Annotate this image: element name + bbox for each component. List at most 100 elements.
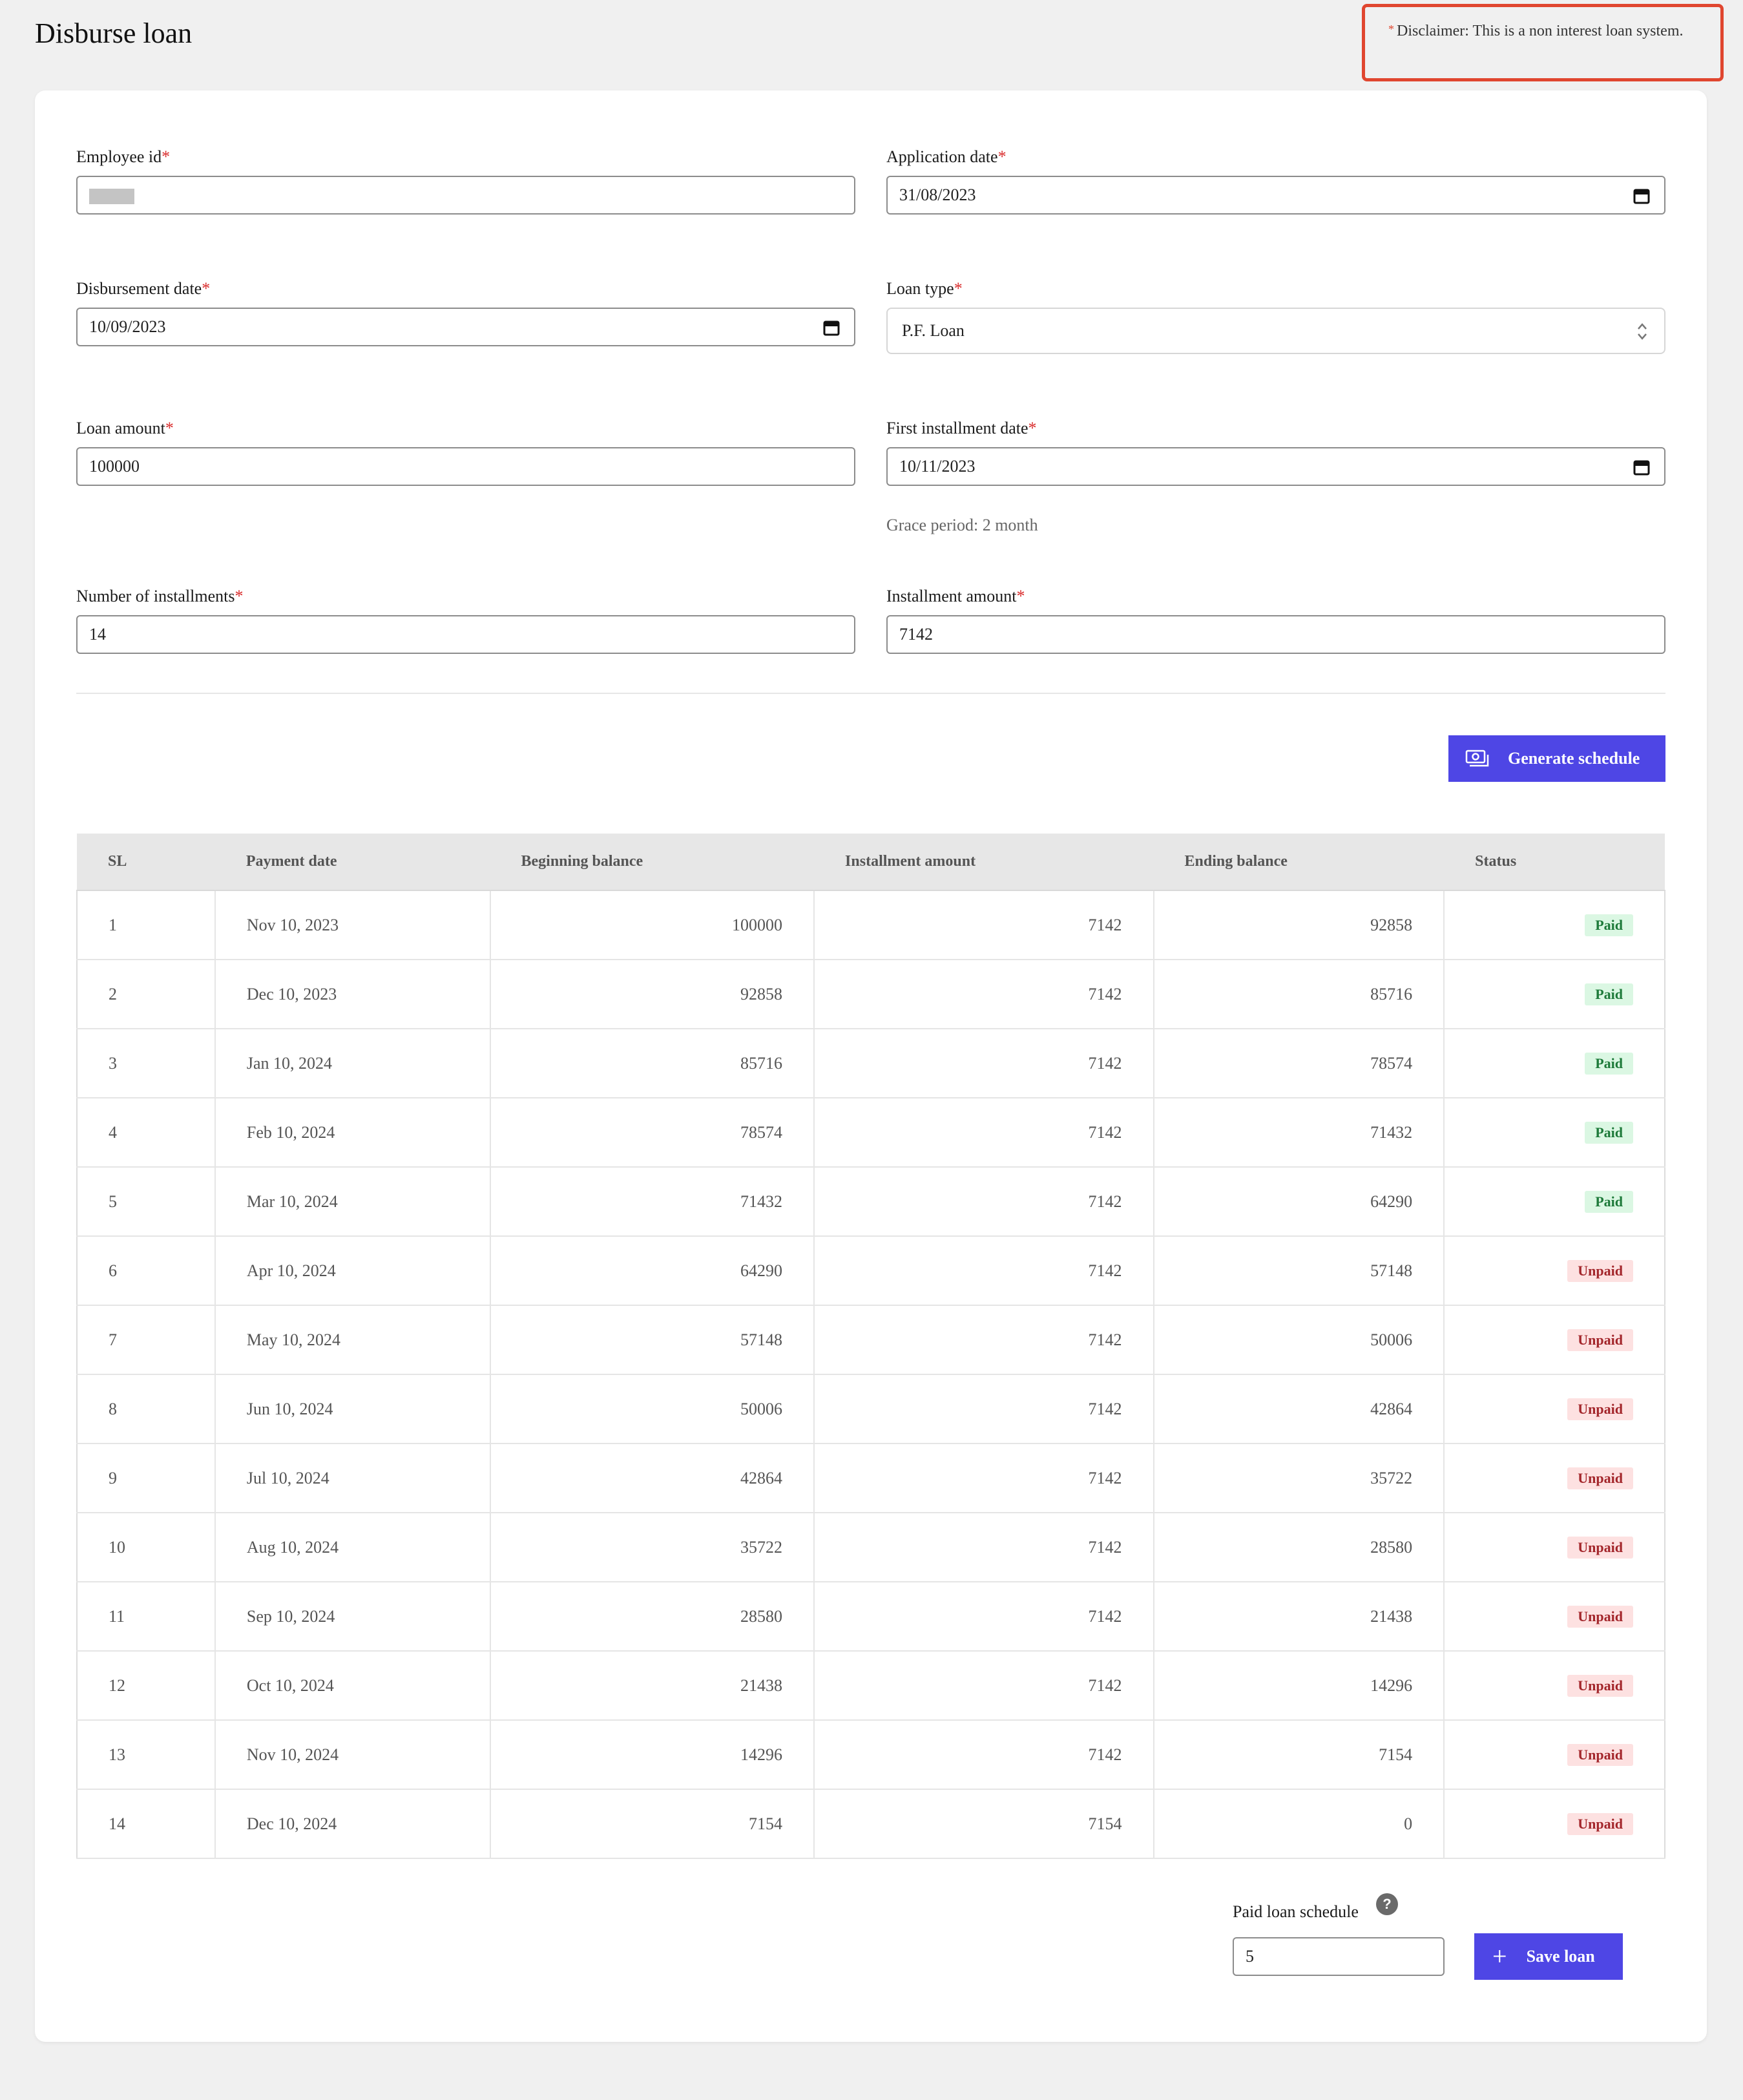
payment-date-cell: Nov 10, 2023 — [214, 890, 490, 960]
loan-amount-field: Loan amount* 100000 — [76, 419, 855, 486]
beginning-balance-cell: 85716 — [489, 1029, 815, 1098]
installment-amount-cell: 7142 — [813, 1374, 1154, 1444]
first-installment-date-input[interactable]: 10/11/2023 — [886, 447, 1665, 486]
payment-date-cell: Jan 10, 2024 — [214, 1029, 490, 1098]
status-badge: Paid — [1585, 1121, 1633, 1144]
employee-id-label: Employee id* — [76, 147, 171, 166]
ending-balance-cell: 0 — [1153, 1789, 1445, 1859]
grace-period-hint: Grace period: 2 month — [886, 516, 1038, 534]
table-row: 1 Nov 10, 2023 100000 7142 92858 Paid — [76, 890, 1665, 960]
table-row: 5 Mar 10, 2024 71432 7142 64290 Paid — [76, 1167, 1665, 1237]
status-badge: Paid — [1585, 1190, 1633, 1213]
table-row: 11 Sep 10, 2024 28580 7142 21438 Unpaid — [76, 1582, 1665, 1652]
save-loan-button[interactable]: + Save loan — [1474, 1933, 1623, 1980]
installment-amount-cell: 7142 — [813, 1651, 1154, 1721]
payment-date-cell: Apr 10, 2024 — [214, 1236, 490, 1306]
status-badge: Unpaid — [1567, 1398, 1633, 1420]
disbursement-date-label: Disbursement date* — [76, 279, 211, 298]
ending-balance-cell: 64290 — [1153, 1167, 1445, 1237]
installment-amount-cell: 7142 — [813, 1305, 1154, 1375]
ending-balance-cell: 78574 — [1153, 1029, 1445, 1098]
ending-balance-cell: 7154 — [1153, 1720, 1445, 1790]
calendar-icon[interactable] — [1633, 187, 1650, 204]
sl-cell: 9 — [76, 1444, 215, 1513]
table-row: 2 Dec 10, 2023 92858 7142 85716 Paid — [76, 960, 1665, 1029]
beginning-balance-cell: 42864 — [489, 1444, 815, 1513]
installment-amount-cell: 7154 — [813, 1789, 1154, 1859]
beginning-balance-cell: 28580 — [489, 1582, 815, 1652]
masked-value — [89, 189, 134, 205]
disbursement-date-field: Disbursement date* 10/09/2023 — [76, 279, 855, 346]
beginning-balance-cell: 21438 — [489, 1651, 815, 1721]
installment-amount-input[interactable]: 7142 — [886, 615, 1665, 654]
installments-count-label: Number of installments* — [76, 587, 244, 605]
generate-schedule-button[interactable]: Generate schedule — [1448, 735, 1665, 782]
status-badge: Unpaid — [1567, 1812, 1633, 1835]
beginning-balance-cell: 64290 — [489, 1236, 815, 1306]
column-header: Status — [1444, 834, 1665, 891]
application-date-input[interactable]: 31/08/2023 — [886, 176, 1665, 215]
status-cell: Unpaid — [1443, 1651, 1665, 1721]
installment-amount-label: Installment amount* — [886, 587, 1025, 605]
installment-amount-cell: 7142 — [813, 960, 1154, 1029]
sl-cell: 3 — [76, 1029, 215, 1098]
status-badge: Unpaid — [1567, 1605, 1633, 1628]
installment-amount-cell: 7142 — [813, 1582, 1154, 1652]
status-cell: Unpaid — [1443, 1236, 1665, 1306]
status-badge: Paid — [1585, 983, 1633, 1005]
status-badge: Paid — [1585, 1052, 1633, 1075]
calendar-icon[interactable] — [823, 319, 840, 336]
loan-form-card: Employee id* Application date* 31/08/202… — [35, 90, 1707, 2042]
installment-amount-cell: 7142 — [813, 1236, 1154, 1306]
sl-cell: 6 — [76, 1236, 215, 1306]
table-row: 7 May 10, 2024 57148 7142 50006 Unpaid — [76, 1305, 1665, 1375]
installments-count-input[interactable]: 14 — [76, 615, 855, 654]
column-header: SL — [77, 834, 215, 891]
status-badge: Unpaid — [1567, 1536, 1633, 1559]
beginning-balance-cell: 78574 — [489, 1098, 815, 1168]
money-icon — [1465, 750, 1489, 767]
loan-type-select[interactable]: P.F. Loan — [886, 308, 1665, 354]
ending-balance-cell: 85716 — [1153, 960, 1445, 1029]
calendar-icon[interactable] — [1633, 459, 1650, 476]
status-cell: Unpaid — [1443, 1789, 1665, 1859]
plus-icon: + — [1492, 1942, 1507, 1971]
status-badge: Unpaid — [1567, 1259, 1633, 1282]
beginning-balance-cell: 7154 — [489, 1789, 815, 1859]
payment-date-cell: Oct 10, 2024 — [214, 1651, 490, 1721]
status-badge: Unpaid — [1567, 1743, 1633, 1766]
table-row: 6 Apr 10, 2024 64290 7142 57148 Unpaid — [76, 1236, 1665, 1306]
payment-date-cell: Dec 10, 2023 — [214, 960, 490, 1029]
sl-cell: 1 — [76, 890, 215, 960]
installment-amount-field: Installment amount* 7142 — [886, 587, 1665, 654]
select-arrows-icon — [1638, 323, 1647, 340]
column-header: Payment date — [214, 834, 490, 891]
table-row: 3 Jan 10, 2024 85716 7142 78574 Paid — [76, 1029, 1665, 1098]
paid-schedule-input[interactable]: 5 — [1233, 1937, 1445, 1976]
ending-balance-cell: 50006 — [1153, 1305, 1445, 1375]
employee-id-input[interactable] — [76, 176, 855, 215]
employee-id-field: Employee id* — [76, 147, 855, 215]
table-row: 8 Jun 10, 2024 50006 7142 42864 Unpaid — [76, 1374, 1665, 1444]
ending-balance-cell: 42864 — [1153, 1374, 1445, 1444]
installment-amount-cell: 7142 — [813, 1167, 1154, 1237]
installment-amount-cell: 7142 — [813, 1720, 1154, 1790]
disbursement-date-input[interactable]: 10/09/2023 — [76, 308, 855, 346]
status-cell: Paid — [1443, 1098, 1665, 1168]
schedule-body: 1 Nov 10, 2023 100000 7142 92858 Paid 2 Dec 10,… — [76, 890, 1665, 1859]
table-header-row: SL Payment date Beginning balance Installme… — [77, 834, 1665, 891]
loan-amount-input[interactable]: 100000 — [76, 447, 855, 486]
ending-balance-cell: 71432 — [1153, 1098, 1445, 1168]
column-header: Installment amount — [814, 834, 1154, 891]
status-cell: Paid — [1443, 1167, 1665, 1237]
installment-amount-cell: 7142 — [813, 1029, 1154, 1098]
help-icon[interactable]: ? — [1376, 1893, 1398, 1915]
status-badge: Unpaid — [1567, 1328, 1633, 1351]
ending-balance-cell: 21438 — [1153, 1582, 1445, 1652]
sl-cell: 5 — [76, 1167, 215, 1237]
payment-date-cell: Jun 10, 2024 — [214, 1374, 490, 1444]
status-cell: Paid — [1443, 1029, 1665, 1098]
status-cell: Unpaid — [1443, 1582, 1665, 1652]
schedule-table: SL Payment date Beginning balance Installme… — [76, 834, 1665, 1859]
status-badge: Unpaid — [1567, 1467, 1633, 1489]
